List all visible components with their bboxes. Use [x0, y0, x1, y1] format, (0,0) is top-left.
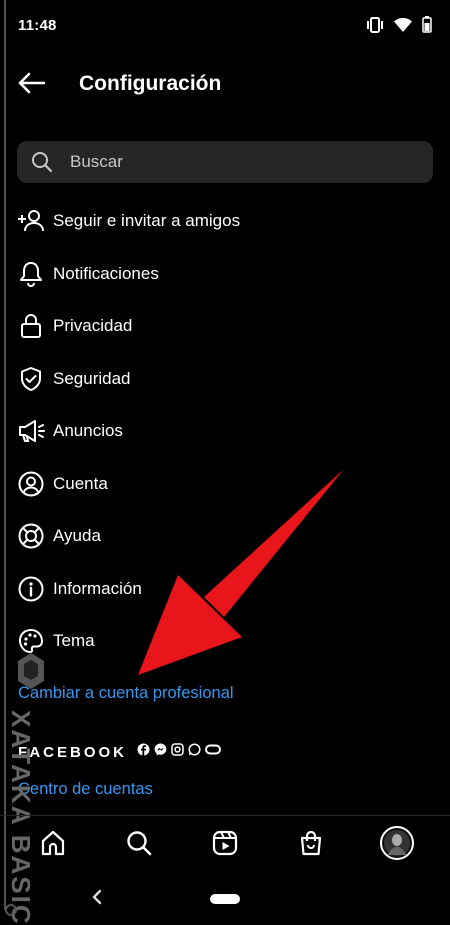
- menu-item-label: Información: [53, 578, 142, 598]
- meta-apps-icons: [137, 743, 222, 761]
- header: Configuración: [0, 54, 450, 116]
- wifi-icon: [394, 17, 412, 37]
- reels-icon: [212, 830, 238, 861]
- menu-item-label: Seguridad: [53, 368, 131, 388]
- menu-item-label: Privacidad: [53, 316, 133, 336]
- back-button[interactable]: [14, 68, 48, 102]
- menu-item-notifications[interactable]: Notificaciones: [0, 248, 450, 301]
- menu-item-ads[interactable]: Anuncios: [0, 405, 450, 458]
- messenger-icon: [154, 743, 167, 761]
- menu-item-follow-invite[interactable]: Seguir e invitar a amigos: [0, 195, 450, 248]
- portal-icon: [205, 743, 222, 761]
- lifebuoy-icon: [17, 522, 45, 550]
- menu-item-label: Tema: [53, 631, 95, 651]
- watermark-logo-icon: [18, 653, 44, 689]
- lock-icon: [17, 312, 45, 340]
- menu-item-label: Seguir e invitar a amigos: [53, 211, 241, 231]
- menu-item-label: Anuncios: [53, 421, 123, 441]
- search-input[interactable]: Buscar: [17, 141, 433, 183]
- info-icon: [17, 575, 45, 603]
- facebook-icon: [137, 743, 150, 761]
- search-placeholder: Buscar: [70, 152, 123, 171]
- tab-reels[interactable]: [205, 826, 245, 866]
- nav-back-icon[interactable]: [90, 889, 104, 910]
- tab-shop[interactable]: [291, 826, 331, 866]
- megaphone-icon: [17, 417, 45, 445]
- bell-icon: [17, 260, 45, 288]
- menu-item-security[interactable]: Seguridad: [0, 353, 450, 406]
- page-title: Configuración: [79, 72, 222, 95]
- tab-home[interactable]: [33, 826, 73, 866]
- facebook-section: FACEBOOK: [18, 743, 222, 761]
- arrow-left-icon: [17, 72, 46, 99]
- status-bar: 11:48: [0, 0, 450, 54]
- instagram-icon: [171, 743, 184, 761]
- shield-icon: [17, 365, 45, 393]
- vibrate-icon: [366, 16, 384, 38]
- menu-item-label: Ayuda: [53, 526, 101, 546]
- profile-avatar: [380, 826, 414, 865]
- menu-item-label: Notificaciones: [53, 263, 159, 283]
- status-icons: [366, 16, 432, 38]
- bottom-tab-bar: [0, 815, 450, 875]
- tab-search[interactable]: [119, 826, 159, 866]
- switch-professional-link[interactable]: Cambiar a cuenta profesional: [18, 684, 234, 703]
- shop-icon: [298, 830, 324, 861]
- annotation-arrow: [138, 469, 344, 675]
- home-icon: [40, 830, 66, 861]
- status-time: 11:48: [18, 17, 57, 34]
- search-icon: [31, 151, 53, 178]
- add-person-icon: [17, 207, 45, 235]
- menu-item-label: Cuenta: [53, 473, 108, 493]
- search-icon: [126, 830, 152, 861]
- accounts-center-link[interactable]: Centro de cuentas: [18, 780, 153, 799]
- account-circle-icon: [17, 470, 45, 498]
- whatsapp-icon: [188, 743, 201, 761]
- menu-item-privacy[interactable]: Privacidad: [0, 300, 450, 353]
- nav-home-pill-icon[interactable]: [210, 894, 240, 904]
- battery-icon: [422, 16, 432, 38]
- tab-profile[interactable]: [377, 826, 417, 866]
